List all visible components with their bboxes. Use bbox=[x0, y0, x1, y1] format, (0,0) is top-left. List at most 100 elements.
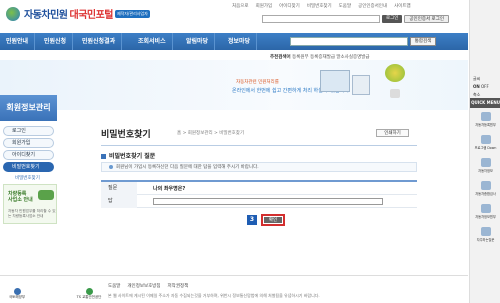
promo-title-line-2: 사업소 안내 bbox=[8, 197, 33, 203]
banner-document-image bbox=[352, 75, 370, 95]
footer: 국토해양부 TS 교통안전공단 도움말 개인정보보호방침 저작권정책 본 웹 사… bbox=[0, 275, 468, 303]
banner-monitor-image bbox=[320, 70, 350, 92]
top-link-help[interactable]: 도움말 bbox=[339, 3, 351, 9]
question-row: 질문 나의 좌우명은? bbox=[101, 182, 417, 195]
plant-pot-icon bbox=[390, 89, 400, 98]
font-label: 글씨 bbox=[473, 76, 481, 81]
quick-item-faq[interactable]: 자주하는질문 bbox=[473, 227, 498, 247]
login-area: 로그인 공인인증서 로그인 bbox=[262, 15, 449, 23]
quick-item-car-record[interactable]: 자동차정보원부 bbox=[473, 204, 498, 224]
promo-text: 자동차 민원업무를 처리할 수 있는 차량등록사업소 안내 bbox=[8, 209, 56, 218]
main-nav: 민원안내 민원신청 민원신청결과 조회서비스 알림마당 정보마당 통합검색 bbox=[0, 33, 468, 50]
answer-label: 답 bbox=[101, 195, 137, 208]
footer-logo-ts: TS 교통안전공단 bbox=[72, 288, 106, 300]
sidebar-item-login[interactable]: 로그인 bbox=[3, 126, 54, 136]
top-header: 자동차민원 대국민포털 제작자/관리사업자 처음으로 회원가입 아이디찾기 비밀… bbox=[0, 0, 468, 30]
quick-item-car-info[interactable]: 자동차정보 bbox=[473, 158, 498, 178]
sidebar-item-find-id[interactable]: 아이디찾기 bbox=[3, 150, 54, 160]
top-link-cert-guide[interactable]: 공인인증서인내 bbox=[358, 3, 387, 9]
search-button[interactable]: 통합검색 bbox=[410, 37, 436, 46]
question-value: 나의 좌우명은? bbox=[153, 186, 186, 192]
title-divider bbox=[101, 145, 417, 146]
quick-item-label: 자동차등록원부 bbox=[475, 123, 496, 127]
footer-link-copyright[interactable]: 저작권정책 bbox=[168, 283, 189, 289]
confirm-button[interactable]: 확인 bbox=[261, 214, 285, 226]
footer-logo-mltm: 국토해양부 bbox=[4, 288, 30, 300]
search-input[interactable] bbox=[290, 37, 408, 46]
logo-main-text: 자동차민원 bbox=[24, 10, 68, 21]
footer-links: 도움말 개인정보보호방침 저작권정책 bbox=[108, 283, 188, 289]
footer-link-help[interactable]: 도움말 bbox=[108, 283, 120, 289]
question-icon bbox=[480, 227, 491, 236]
confirm-button-label: 확인 bbox=[264, 217, 282, 223]
nav-item-info[interactable]: 정보마당 bbox=[222, 33, 258, 50]
sidebar-list: 로그인 회원가입 아이디찾기 비밀번호찾기 비밀번호찾기 bbox=[0, 121, 57, 181]
answer-input[interactable] bbox=[153, 198, 383, 205]
quick-item-inspection[interactable]: 자동차종합검사 bbox=[473, 181, 498, 201]
checkbox-icon bbox=[101, 154, 106, 159]
quick-item-label: 프로그램 Down bbox=[474, 146, 497, 150]
nav-item-apply[interactable]: 민원신청 bbox=[38, 33, 74, 50]
footer-org-1: 국토해양부 bbox=[8, 295, 26, 299]
sidebar-subitem-find-password[interactable]: 비밀번호찾기 bbox=[3, 175, 54, 181]
download-icon bbox=[480, 135, 491, 144]
font-on[interactable]: ON bbox=[473, 84, 480, 89]
registration-office-promo[interactable]: 차량등록 사업소 안내 자동차 민원업무를 처리할 수 있는 차량등록사업소 안내 bbox=[3, 184, 57, 224]
footer-copyright: 본 웹 사이트에 게시된 이메일 주소가 자동 수집되는것을 거부하며, 위반시… bbox=[108, 293, 320, 298]
plant-leaves-icon bbox=[385, 64, 405, 82]
inspection-icon bbox=[480, 181, 491, 190]
cert-login-button[interactable]: 공인인증서 로그인 bbox=[404, 15, 449, 23]
footer-link-privacy[interactable]: 개인정보보호방침 bbox=[127, 283, 160, 289]
quick-sidebar: 글씨 ON OFF 축소 QUICK MENU 자동차등록원부 프로그램 Dow… bbox=[469, 0, 500, 303]
quick-item-program-download[interactable]: 프로그램 Down bbox=[473, 135, 498, 155]
confirm-area: 3 확인 bbox=[247, 214, 285, 226]
page-title: 비밀번호찾기 bbox=[101, 130, 151, 140]
font-off[interactable]: OFF bbox=[481, 84, 489, 89]
section-title: 비밀번호찾기 질문 bbox=[101, 151, 155, 160]
top-link-find-id[interactable]: 아이디찾기 bbox=[279, 3, 300, 9]
top-link-sitemap[interactable]: 사이트맵 bbox=[394, 3, 411, 9]
quick-item-label: 자동차정보원부 bbox=[475, 215, 496, 219]
quick-item-label: 자동차종합검사 bbox=[475, 192, 496, 196]
question-label: 질문 bbox=[101, 182, 137, 195]
password-question-form: 질문 나의 좌우명은? 답 bbox=[101, 180, 417, 208]
top-link-join[interactable]: 회원가입 bbox=[256, 3, 273, 9]
quick-menu-header: QUICK MENU bbox=[470, 98, 500, 108]
car-icon bbox=[480, 158, 491, 167]
car-icon bbox=[38, 190, 54, 200]
logo-accent-text: 대국민포털 bbox=[69, 10, 114, 21]
quick-item-label: 자주하는질문 bbox=[476, 238, 495, 242]
breadcrumb: 홈 > 회원정보관리 > 비밀번호찾기 bbox=[177, 131, 245, 136]
answer-row: 답 bbox=[101, 195, 417, 208]
sidebar-item-find-password[interactable]: 비밀번호찾기 bbox=[3, 162, 54, 172]
record-icon bbox=[480, 204, 491, 213]
sidebar-item-join[interactable]: 회원가입 bbox=[3, 138, 54, 148]
notice-box: 회원님이 가입시 등록하신던 다음 질문에 대한 답을 입력해 주시기 바랍니다… bbox=[101, 162, 417, 172]
notice-text: 회원님이 가입시 등록하신던 다음 질문에 대한 답을 입력해 주시기 바랍니다… bbox=[116, 165, 259, 170]
nav-item-notice[interactable]: 알림마당 bbox=[180, 33, 216, 50]
nav-item-guide[interactable]: 민원안내 bbox=[0, 33, 36, 50]
quick-item-label: 자동차정보 bbox=[478, 169, 493, 173]
login-input[interactable] bbox=[262, 15, 380, 23]
banner-line-1: 자동차관련 민원처리를 bbox=[236, 80, 279, 85]
footer-org-2: TS 교통안전공단 bbox=[76, 295, 102, 299]
login-button[interactable]: 로그인 bbox=[382, 15, 403, 23]
nav-item-inquiry[interactable]: 조회서비스 bbox=[132, 33, 173, 50]
site-logo[interactable]: 자동차민원 대국민포털 제작자/관리사업자 bbox=[6, 6, 150, 21]
section-title-text: 비밀번호찾기 질문 bbox=[109, 153, 156, 160]
nav-item-result[interactable]: 민원신청결과 bbox=[76, 33, 123, 50]
print-button[interactable]: 인쇄하기 bbox=[376, 129, 409, 137]
logo-mark-icon bbox=[6, 6, 20, 21]
quick-item-register-record[interactable]: 자동차등록원부 bbox=[473, 112, 498, 132]
document-icon bbox=[480, 112, 491, 121]
info-icon bbox=[109, 164, 113, 169]
banner-plant-image bbox=[385, 64, 405, 98]
logo-badge: 제작자/관리사업자 bbox=[115, 9, 150, 18]
font-toggle[interactable]: ON OFF bbox=[473, 84, 489, 89]
top-links: 처음으로 회원가입 아이디찾기 비밀번호찾기 도움말 공인인증서인내 사이트맵 bbox=[232, 3, 411, 9]
top-link-home[interactable]: 처음으로 bbox=[232, 3, 249, 9]
ts-logo-icon bbox=[85, 288, 93, 295]
sidebar-title: 회원정보관리 bbox=[0, 95, 57, 121]
mltm-logo-icon bbox=[13, 288, 21, 295]
top-link-find-password[interactable]: 비밀번호찾기 bbox=[307, 3, 332, 9]
